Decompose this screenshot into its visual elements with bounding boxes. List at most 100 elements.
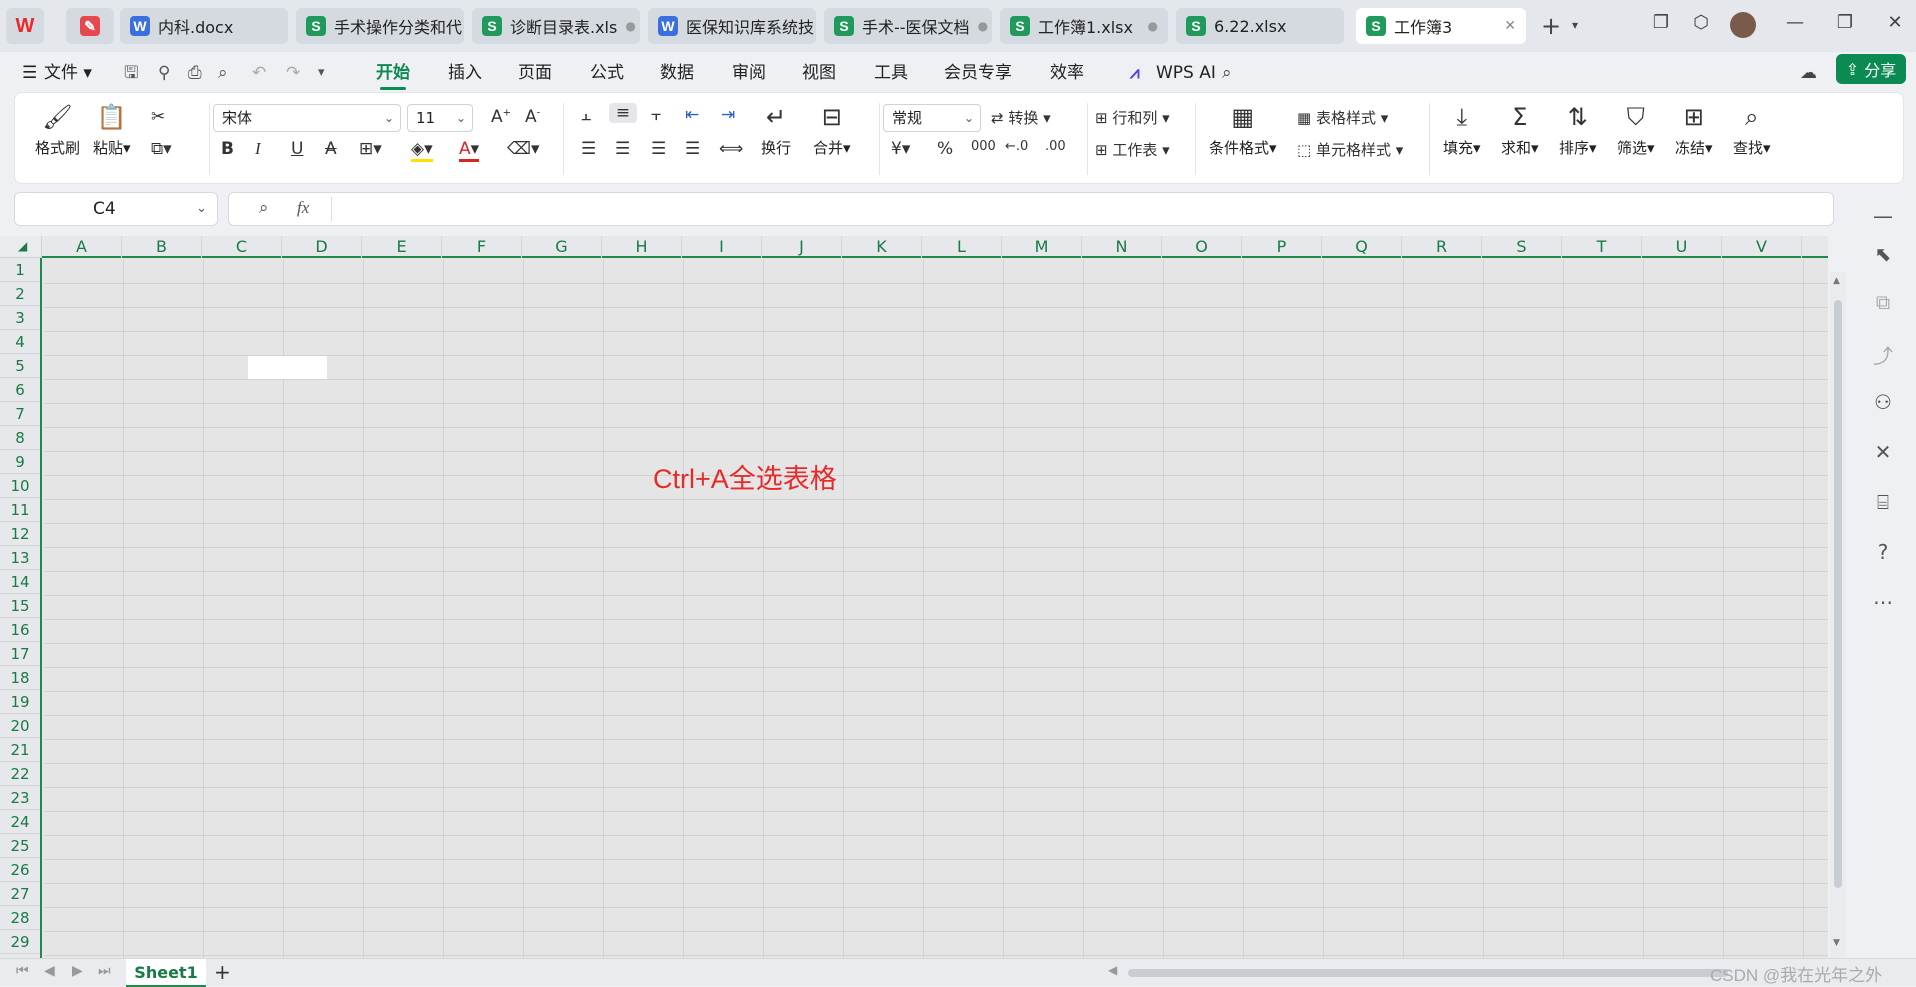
row-header-26[interactable]: 26 xyxy=(0,858,40,882)
row-header-25[interactable]: 25 xyxy=(0,834,40,858)
cell-area[interactable]: Ctrl+A全选表格 xyxy=(44,260,1828,958)
number-format-select[interactable]: 常规 ⌄ xyxy=(883,104,981,132)
table-style-button[interactable]: ▦ 表格样式 ▾ xyxy=(1297,107,1388,128)
decrease-decimal-icon[interactable]: .00 xyxy=(1045,139,1066,154)
menu-formula[interactable]: 公式 xyxy=(590,58,624,88)
row-header-5[interactable]: 5 xyxy=(0,354,40,378)
format-painter-button[interactable]: 🖌 格式刷 xyxy=(35,103,80,158)
copy-icon[interactable]: ⧉▾ xyxy=(151,139,172,159)
column-header-p[interactable]: P xyxy=(1242,236,1322,258)
close-tab-icon[interactable]: ✕ xyxy=(1504,18,1516,34)
search-icon[interactable]: ⌕ xyxy=(1222,58,1232,88)
font-color-icon[interactable]: A▾ xyxy=(459,139,480,162)
currency-icon[interactable]: ¥▾ xyxy=(891,139,910,159)
row-header-16[interactable]: 16 xyxy=(0,618,40,642)
merge-button[interactable]: ⊟ 合并▾ xyxy=(813,103,851,158)
fill-color-icon[interactable]: ◈▾ xyxy=(411,139,433,162)
print-icon[interactable]: ⎙ xyxy=(188,58,202,88)
align-center-icon[interactable]: ☰ xyxy=(615,139,630,159)
increase-indent-icon[interactable]: ⇥ xyxy=(721,105,735,125)
column-header-d[interactable]: D xyxy=(282,236,362,258)
pdf-tab[interactable]: ✎ xyxy=(66,8,114,44)
align-middle-icon[interactable]: ≡ xyxy=(609,103,637,123)
row-header-11[interactable]: 11 xyxy=(0,498,40,522)
menu-insert[interactable]: 插入 xyxy=(448,58,482,88)
book-search-icon[interactable]: ⌸ xyxy=(1870,490,1896,514)
column-header-k[interactable]: K xyxy=(842,236,922,258)
name-box[interactable]: C4 ⌄ xyxy=(14,192,218,226)
next-sheet-icon[interactable]: ▶ xyxy=(72,963,83,979)
paste-button[interactable]: 📋 粘贴▾ xyxy=(93,103,131,158)
row-header-8[interactable]: 8 xyxy=(0,426,40,450)
scroll-down-icon[interactable]: ▼ xyxy=(1833,938,1840,948)
transform-icon[interactable]: ⤴ xyxy=(1870,340,1896,369)
convert-button[interactable]: ⇄ 转换 ▾ xyxy=(991,107,1051,128)
row-header-20[interactable]: 20 xyxy=(0,714,40,738)
sum-button[interactable]: Σ 求和▾ xyxy=(1501,103,1539,158)
row-header-14[interactable]: 14 xyxy=(0,570,40,594)
active-cell[interactable] xyxy=(248,356,327,379)
tab-list-chevron-icon[interactable]: ▾ xyxy=(1560,18,1590,32)
row-header-4[interactable]: 4 xyxy=(0,330,40,354)
sheet-tab[interactable]: Sheet1 xyxy=(126,959,206,987)
horizontal-scroll-thumb[interactable] xyxy=(1128,969,1728,977)
column-header-g[interactable]: G xyxy=(522,236,602,258)
decrease-indent-icon[interactable]: ⇤ xyxy=(685,105,699,125)
last-sheet-icon[interactable]: ⏭ xyxy=(98,963,111,979)
row-col-button[interactable]: ⊞ 行和列 ▾ xyxy=(1095,107,1170,128)
row-header-17[interactable]: 17 xyxy=(0,642,40,666)
close-window-icon[interactable]: ✕ xyxy=(1880,12,1910,33)
row-header-28[interactable]: 28 xyxy=(0,906,40,930)
column-header-f[interactable]: F xyxy=(442,236,522,258)
align-bottom-icon[interactable]: ⫟ xyxy=(651,105,661,125)
row-header-6[interactable]: 6 xyxy=(0,378,40,402)
worksheet-button[interactable]: ⊞ 工作表 ▾ xyxy=(1095,139,1170,160)
redo-icon[interactable]: ↷ xyxy=(286,58,300,88)
column-header-b[interactable]: B xyxy=(122,236,202,258)
menu-data[interactable]: 数据 xyxy=(660,58,694,88)
column-header-i[interactable]: I xyxy=(682,236,762,258)
tab-doc-workbook3[interactable]: S 工作簿3 ✕ xyxy=(1356,8,1526,44)
align-left-icon[interactable]: ☰ xyxy=(581,139,596,159)
add-sheet-icon[interactable]: + xyxy=(214,960,231,984)
scroll-left-icon[interactable]: ◀ xyxy=(1108,963,1117,977)
filter-button[interactable]: ⛉ 筛选▾ xyxy=(1617,103,1655,158)
zoom-formula-icon[interactable]: ⌕ xyxy=(259,198,269,218)
column-header-m[interactable]: M xyxy=(1002,236,1082,258)
column-header-l[interactable]: L xyxy=(922,236,1002,258)
row-header-15[interactable]: 15 xyxy=(0,594,40,618)
border-icon[interactable]: ⊞▾ xyxy=(359,139,382,159)
cloud-icon[interactable]: ☁ xyxy=(1800,58,1817,88)
column-header-j[interactable]: J xyxy=(762,236,842,258)
distributed-icon[interactable]: ⟺ xyxy=(719,139,743,159)
strikethrough-icon[interactable]: A xyxy=(325,139,337,159)
column-header-n[interactable]: N xyxy=(1082,236,1162,258)
increase-decimal-icon[interactable]: ←.0 xyxy=(1005,139,1028,154)
row-header-29[interactable]: 29 xyxy=(0,930,40,954)
row-header-19[interactable]: 19 xyxy=(0,690,40,714)
tab-doc-yibao[interactable]: W 医保知识库系统技 xyxy=(648,8,816,44)
fx-icon[interactable]: fx xyxy=(297,198,309,218)
row-header-23[interactable]: 23 xyxy=(0,786,40,810)
vertical-scrollbar[interactable]: ▲ ▼ xyxy=(1830,272,1846,958)
restore-icon[interactable]: ❐ xyxy=(1830,12,1860,33)
column-header-s[interactable]: S xyxy=(1482,236,1562,258)
sort-button[interactable]: ⇅ 排序▾ xyxy=(1559,103,1597,158)
first-sheet-icon[interactable]: ⏮ xyxy=(16,963,29,979)
share-link-icon[interactable]: ⚲ xyxy=(158,58,170,88)
quick-access-chevron-icon[interactable]: ▾ xyxy=(318,58,325,88)
save-icon[interactable]: 🖫 xyxy=(124,58,138,88)
scroll-up-icon[interactable]: ▲ xyxy=(1833,276,1840,286)
select-all-corner[interactable]: ◢ xyxy=(0,236,42,258)
column-header-q[interactable]: Q xyxy=(1322,236,1402,258)
row-header-1[interactable]: 1 xyxy=(0,258,40,282)
row-header-27[interactable]: 27 xyxy=(0,882,40,906)
hamburger-icon[interactable]: ☰ xyxy=(22,58,37,88)
row-header-24[interactable]: 24 xyxy=(0,810,40,834)
share-button[interactable]: ⇪ 分享 xyxy=(1836,54,1906,84)
row-header-12[interactable]: 12 xyxy=(0,522,40,546)
help-icon[interactable]: ? xyxy=(1870,540,1896,564)
row-header-9[interactable]: 9 xyxy=(0,450,40,474)
collapse-panel-icon[interactable]: — xyxy=(1870,204,1896,228)
tab-doc-neike[interactable]: W 内科.docx xyxy=(120,8,288,44)
